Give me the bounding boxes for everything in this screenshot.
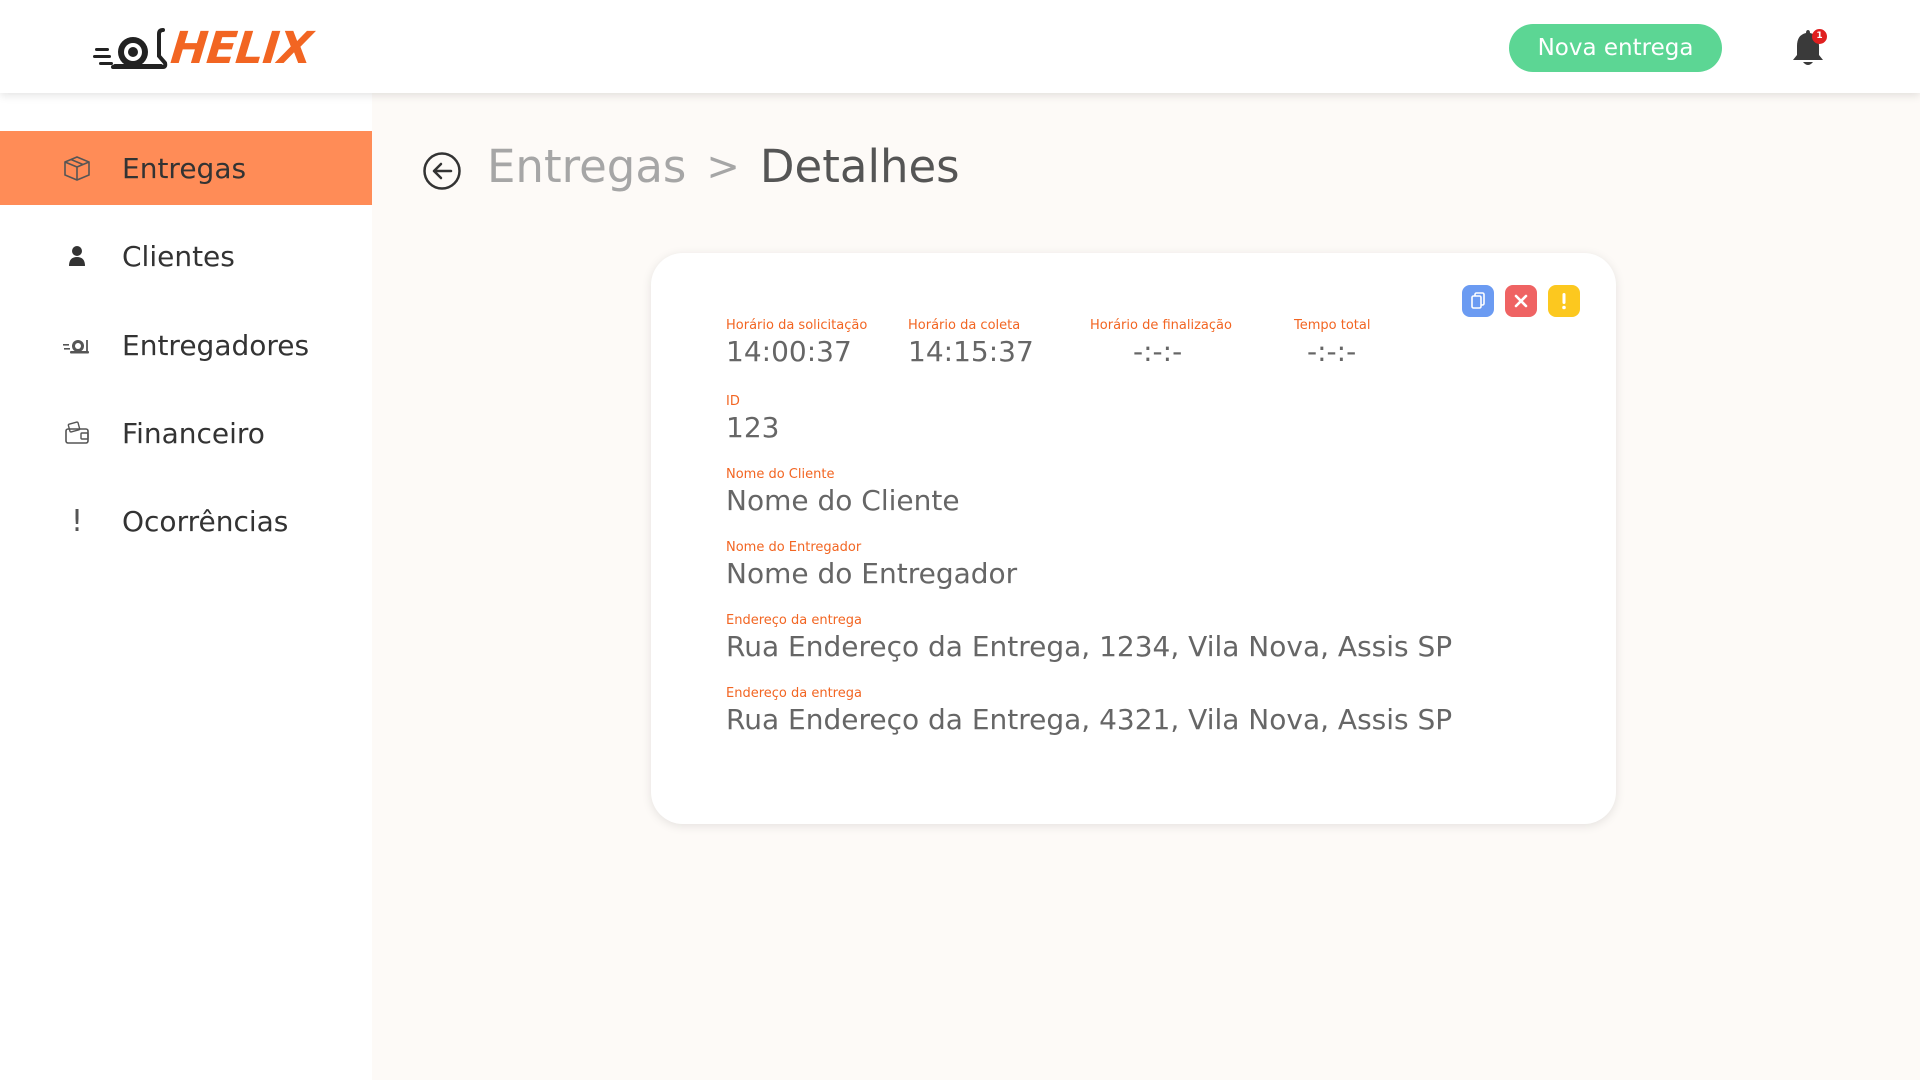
user-icon bbox=[62, 241, 92, 271]
notification-badge: 1 bbox=[1812, 29, 1827, 44]
copy-button[interactable] bbox=[1462, 285, 1494, 317]
pickup-time-label: Horário da coleta bbox=[908, 318, 1021, 333]
finish-time-label: Horário de finalização bbox=[1090, 318, 1232, 333]
client-name-label: Nome do Cliente bbox=[726, 467, 835, 482]
notifications-button[interactable]: 1 bbox=[1790, 26, 1830, 68]
delivery-details-card: Horário da solicitação 14:00:37 Horário … bbox=[651, 253, 1616, 824]
client-name-value: Nome do Cliente bbox=[726, 484, 960, 517]
request-time-label: Horário da solicitação bbox=[726, 318, 868, 333]
total-time-label: Tempo total bbox=[1294, 318, 1371, 333]
sidebar-item-financeiro[interactable]: Financeiro bbox=[0, 396, 372, 470]
sidebar-item-label: Clientes bbox=[122, 239, 235, 273]
logo-text: HELIX bbox=[168, 23, 314, 74]
total-time-value: -:-:- bbox=[1307, 335, 1357, 368]
delivery-address-value-2: Rua Endereço da Entrega, 4321, Vila Nova… bbox=[726, 703, 1453, 736]
package-icon bbox=[62, 153, 92, 183]
courier-name-label: Nome do Entregador bbox=[726, 540, 862, 555]
page-title: Detalhes bbox=[759, 140, 960, 193]
close-icon bbox=[1514, 294, 1528, 308]
delivery-address-value: Rua Endereço da Entrega, 1234, Vila Nova… bbox=[726, 630, 1453, 663]
finish-time-value: -:-:- bbox=[1133, 335, 1183, 368]
breadcrumb: Entregas > Detalhes bbox=[487, 140, 960, 193]
id-value: 123 bbox=[726, 411, 780, 444]
breadcrumb-separator: > bbox=[706, 143, 740, 190]
copy-icon bbox=[1471, 292, 1485, 309]
delivery-address-label-2: Endereço da entrega bbox=[726, 686, 862, 701]
report-occurrence-button[interactable] bbox=[1548, 285, 1580, 317]
helix-logo[interactable]: HELIX bbox=[93, 23, 314, 74]
cancel-delivery-button[interactable] bbox=[1505, 285, 1537, 317]
sidebar-item-ocorrencias[interactable]: ! Ocorrências bbox=[0, 484, 372, 558]
sidebar-item-entregadores[interactable]: Entregadores bbox=[0, 308, 372, 382]
card-actions bbox=[1462, 285, 1580, 317]
sidebar-item-entregas[interactable]: Entregas bbox=[0, 131, 372, 205]
pickup-time-value: 14:15:37 bbox=[908, 335, 1034, 368]
courier-name-value: Nome do Entregador bbox=[726, 557, 1018, 590]
sidebar-item-label: Financeiro bbox=[122, 416, 265, 450]
sidebar-item-label: Entregadores bbox=[122, 328, 310, 362]
sidebar: Entregas Clientes Entregadores Financeir… bbox=[0, 93, 372, 1080]
sidebar-item-label: Entregas bbox=[122, 151, 247, 185]
exclamation-icon bbox=[1562, 293, 1566, 310]
delivery-address-label: Endereço da entrega bbox=[726, 613, 862, 628]
exclamation-icon: ! bbox=[70, 503, 84, 539]
snail-icon bbox=[62, 330, 92, 360]
breadcrumb-parent-link[interactable]: Entregas bbox=[487, 140, 686, 193]
wallet-icon bbox=[62, 418, 92, 448]
top-header: HELIX Nova entrega 1 bbox=[0, 0, 1920, 93]
sidebar-item-clientes[interactable]: Clientes bbox=[0, 219, 372, 293]
arrow-left-circle-icon bbox=[423, 152, 461, 190]
request-time-value: 14:00:37 bbox=[726, 335, 852, 368]
sidebar-item-label: Ocorrências bbox=[122, 504, 289, 538]
back-button[interactable] bbox=[422, 151, 462, 191]
snail-logo-icon bbox=[93, 28, 168, 69]
id-label: ID bbox=[726, 394, 740, 409]
new-delivery-button[interactable]: Nova entrega bbox=[1509, 24, 1722, 72]
